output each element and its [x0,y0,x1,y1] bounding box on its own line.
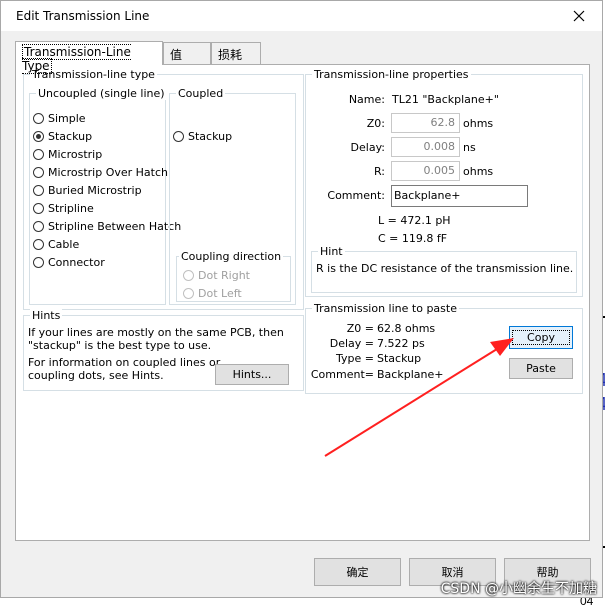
radio-indicator [33,239,44,250]
radio-indicator [183,288,194,299]
type-group: Transmission-line type Uncoupled (single… [23,68,304,310]
hint-box-title: Hint [318,245,345,258]
name-value: TL21 "Backplane+" [392,93,499,106]
hints-group: Hints If your lines are mostly on the sa… [23,309,304,391]
radio-indicator [33,203,44,214]
ok-button-label: 确定 [346,566,369,579]
radio-indicator [33,221,44,232]
dialog-title: Edit Transmission Line [16,9,150,23]
uncoupled-simple-radio[interactable]: Simple [33,112,86,125]
hints-button[interactable]: Hints... [215,364,289,385]
z0-label: Z0: [366,117,385,130]
z0-unit: ohms [463,117,494,130]
paste-group-title: Transmission line to paste [312,302,459,315]
name-label: Name: [348,93,385,106]
hint-text: "stackup" is the best type to use. [28,339,212,352]
radio-label: Cable [48,238,80,251]
comment-label: Comment: [327,189,385,202]
radio-indicator [33,113,44,124]
uncoupled-stackup-radio[interactable]: Stackup [33,130,92,143]
hint-box-text: R is the DC resistance of the transmissi… [316,262,574,275]
copy-button[interactable]: Copy [509,326,573,349]
tab-label: 值 [170,48,183,62]
uncoupled-cable-radio[interactable]: Cable [33,238,79,251]
delay-label: Delay: [350,141,385,154]
hint-text: For information on coupled lines or [28,356,221,369]
coupling-direction-group: Coupling direction Dot Right Dot Left [176,250,291,302]
paste-type-value: Stackup [377,352,422,365]
radio-indicator [173,131,184,142]
paste-delay-value: 7.522 ps [377,337,425,350]
ok-button[interactable]: 确定 [314,558,401,586]
radio-label: Stripline [48,202,94,215]
edit-transmission-line-dialog: Edit Transmission Line Transmission-Line… [0,0,603,598]
radio-label: Dot Right [198,269,250,282]
hints-button-label: Hints... [232,368,272,381]
paste-button-label: Paste [526,362,556,375]
copy-button-label: Copy [512,330,570,345]
z0-field[interactable]: 62.8 [391,113,460,133]
radio-label: Stackup [48,130,93,143]
radio-label: Stripline Between Hatch [48,220,182,233]
radio-indicator [33,167,44,178]
r-label: R: [373,165,385,178]
comment-field[interactable]: Backplane+ [391,185,528,207]
radio-label: Microstrip [48,148,103,161]
radio-label: Buried Microstrip [48,184,142,197]
uncoupled-buried-microstrip-radio[interactable]: Buried Microstrip [33,184,142,197]
tab-label: 损耗 [218,48,243,62]
delay-unit: ns [463,141,476,154]
r-unit: ohms [463,165,494,178]
radio-label: Dot Left [198,287,242,300]
paste-comment-label: Comment= [310,368,374,381]
tab-value[interactable]: 值 [163,42,211,64]
coupling-direction-title: Coupling direction [179,250,284,263]
paste-comment-value: Backplane+ [377,368,444,381]
capacitance-readout: C = 119.8 fF [378,232,448,245]
radio-label: Microstrip Over Hatch [48,166,169,179]
paste-button[interactable]: Paste [509,358,573,379]
r-field[interactable]: 0.005 [391,161,460,181]
coupled-group-title: Coupled [176,87,226,100]
radio-indicator [183,270,194,281]
paste-group: Transmission line to paste Z0 = 62.8 ohm… [305,302,583,394]
coupled-group: Coupled Stackup Coupling direction Dot R… [169,87,296,305]
tab-transmission-line-type[interactable]: Transmission-Line Type [15,41,163,74]
radio-indicator [33,185,44,196]
radio-label: Connector [48,256,105,269]
inductance-readout: L = 472.1 pH [378,214,451,227]
properties-group: Transmission-line properties Name: TL21 … [305,68,583,297]
paste-z0-label: Z0 = [346,322,374,335]
radio-indicator [33,149,44,160]
radio-label: Stackup [188,130,233,143]
radio-indicator [33,131,44,142]
title-bar[interactable]: Edit Transmission Line [1,1,602,31]
paste-type-label: Type = [336,352,374,365]
close-button[interactable] [556,1,602,31]
tab-loss[interactable]: 损耗 [211,42,261,64]
delay-field[interactable]: 0.008 [391,137,460,157]
watermark: CSDN @小幽余生不加糖 [440,581,597,597]
radio-label: Simple [48,112,86,125]
hint-box: Hint R is the DC resistance of the trans… [311,245,577,293]
uncoupled-group: Uncoupled (single line) Simple Stackup Mic… [29,87,181,305]
hint-text: If your lines are mostly on the same PCB… [28,326,284,339]
dot-right-radio: Dot Right [183,269,250,282]
uncoupled-microstrip-over-hatch-radio[interactable]: Microstrip Over Hatch [33,166,168,179]
uncoupled-connector-radio[interactable]: Connector [33,256,105,269]
properties-group-title: Transmission-line properties [312,68,471,81]
hints-group-title: Hints [30,309,63,322]
coupled-stackup-radio[interactable]: Stackup [173,130,232,143]
uncoupled-group-title: Uncoupled (single line) [36,87,167,100]
paste-delay-label: Delay = [329,337,374,350]
uncoupled-stripline-between-hatch-radio[interactable]: Stripline Between Hatch [33,220,181,233]
close-icon [573,10,585,22]
hint-text: coupling dots, see Hints. [28,369,164,382]
uncoupled-microstrip-radio[interactable]: Microstrip [33,148,102,161]
radio-indicator [33,257,44,268]
uncoupled-stripline-radio[interactable]: Stripline [33,202,94,215]
dot-left-radio: Dot Left [183,287,242,300]
tab-panel: Transmission-line type Uncoupled (single… [15,64,590,541]
paste-z0-value: 62.8 ohms [377,322,436,335]
